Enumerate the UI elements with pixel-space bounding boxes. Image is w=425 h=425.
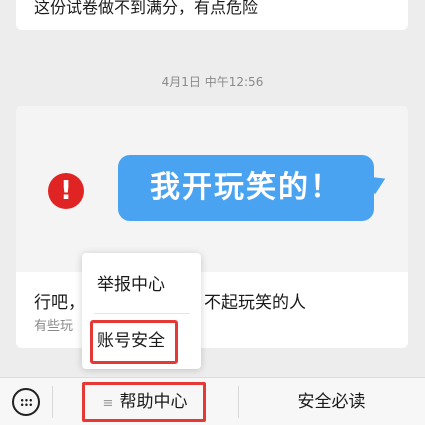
speech-bubble: 我开玩笑的！ (118, 155, 374, 221)
warning-icon: ! (48, 173, 84, 209)
menu-item-report-center[interactable]: 举报中心 (82, 259, 201, 311)
article-banner-image: ! 我开玩笑的！ (16, 106, 408, 272)
popup-divider (94, 313, 190, 314)
bottom-menu-bar: ≡ 帮助中心 安全必读 (0, 377, 425, 425)
previous-message-text: 这份试卷做不到满分，有点危险 (34, 0, 259, 17)
keyboard-toggle-button[interactable] (0, 378, 52, 425)
article-title-left: 行吧， (34, 293, 85, 313)
safety-guide-menu-button[interactable]: 安全必读 (238, 378, 425, 425)
previous-message-card[interactable]: 这份试卷做不到满分，有点危险 (16, 0, 408, 30)
keyboard-icon (12, 388, 40, 416)
article-description: 有些玩 (34, 319, 74, 334)
help-center-highlight (82, 382, 206, 422)
message-timestamp: 4月1日 中午12:56 (161, 75, 264, 89)
article-card[interactable]: ! 我开玩笑的！ 行吧， 不起玩笑的人 有些玩 (16, 106, 408, 348)
account-security-highlight (90, 320, 178, 364)
article-title-right: 不起玩笑的人 (204, 293, 306, 313)
